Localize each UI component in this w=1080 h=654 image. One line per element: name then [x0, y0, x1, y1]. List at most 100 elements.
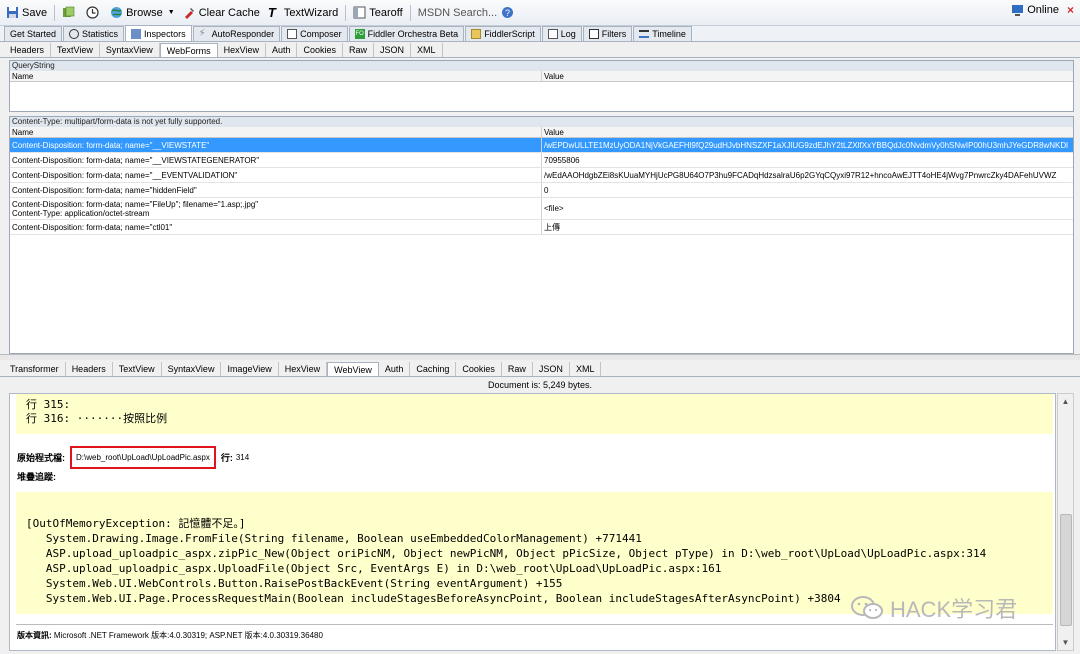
tab-req-textview[interactable]: TextView: [51, 43, 100, 57]
request-inspector-tabs: Headers TextView SyntaxView WebForms Hex…: [0, 42, 1080, 58]
tab-autoresponder[interactable]: ⚡ AutoResponder: [192, 26, 281, 41]
tab-label: Filters: [601, 29, 627, 39]
table-row[interactable]: Content-Disposition: form-data; name="__…: [10, 153, 1073, 168]
tab-label: Composer: [300, 29, 342, 39]
tab-req-raw[interactable]: Raw: [343, 43, 374, 57]
tab-req-xml[interactable]: XML: [411, 43, 443, 57]
statistics-icon: [69, 29, 80, 39]
tab-statistics[interactable]: Statistics: [63, 26, 125, 41]
replay-icon: [63, 6, 75, 17]
querystring-section: QueryString Name Value: [9, 60, 1074, 112]
tab-req-json[interactable]: JSON: [374, 43, 412, 57]
tab-resp-caching[interactable]: Caching: [410, 362, 457, 376]
tab-label: FiddlerScript: [484, 29, 535, 39]
column-name-header[interactable]: Name: [10, 127, 542, 137]
version-text: Microsoft .NET Framework 版本:4.0.30319; A…: [53, 631, 323, 640]
tab-resp-cookies[interactable]: Cookies: [456, 362, 502, 376]
webview-scrollbar[interactable]: ▲ ▼: [1057, 393, 1074, 651]
body-header: Name Value: [10, 127, 1073, 138]
tab-resp-xml[interactable]: XML: [570, 362, 602, 376]
tab-req-cookies[interactable]: Cookies: [297, 43, 343, 57]
tab-composer[interactable]: Composer: [281, 26, 348, 41]
tab-log[interactable]: Log: [541, 26, 582, 41]
tab-resp-json[interactable]: JSON: [533, 362, 570, 376]
textwizard-button[interactable]: T TextWizard: [264, 3, 342, 23]
tab-resp-hexview[interactable]: HexView: [279, 362, 328, 376]
tab-req-webforms[interactable]: WebForms: [159, 43, 218, 57]
svg-text:?: ?: [505, 8, 510, 18]
tab-resp-raw[interactable]: Raw: [502, 362, 533, 376]
line-number: 314: [235, 453, 250, 462]
help-icon[interactable]: ?: [501, 6, 514, 19]
scroll-down-icon[interactable]: ▼: [1058, 635, 1073, 650]
tab-resp-headers[interactable]: Headers: [66, 362, 113, 376]
save-button[interactable]: Save: [2, 3, 51, 23]
log-icon: [547, 29, 558, 39]
table-row[interactable]: Content-Disposition: form-data; name="Fi…: [10, 198, 1073, 220]
tab-req-auth[interactable]: Auth: [266, 43, 298, 57]
body-title: Content-Type: multipart/form-data is not…: [10, 117, 1073, 127]
clear-cache-icon: [184, 8, 194, 19]
column-name-header[interactable]: Name: [10, 71, 542, 81]
tab-req-hexview[interactable]: HexView: [218, 43, 266, 57]
tab-resp-webview[interactable]: WebView: [327, 362, 379, 376]
tab-req-syntaxview[interactable]: SyntaxView: [100, 43, 160, 57]
table-row[interactable]: Content-Disposition: form-data; name="__…: [10, 168, 1073, 183]
online-indicator[interactable]: Online ×: [1011, 3, 1074, 17]
clear-cache-button[interactable]: Clear Cache: [179, 3, 264, 23]
scrollbar-thumb[interactable]: [1060, 514, 1072, 626]
row-value: <file>: [544, 204, 564, 213]
tab-fiddler-orchestra[interactable]: FO Fiddler Orchestra Beta: [348, 26, 465, 41]
browse-button[interactable]: Browse ▼: [106, 3, 179, 23]
document-size-info: Document is: 5,249 bytes.: [0, 378, 1080, 392]
row-value: /wEdAAOHdgbZEi8sKUuaMYHjUcPG8U64O7P3hu9F…: [544, 171, 1057, 180]
chevron-down-icon[interactable]: ▼: [168, 9, 175, 16]
save-label: Save: [22, 6, 48, 19]
browse-label: Browse: [126, 6, 163, 19]
composer-icon: [287, 29, 298, 39]
row-name: Content-Disposition: form-data; name="__…: [10, 138, 542, 152]
querystring-header: Name Value: [10, 71, 1073, 82]
row-value: 70955806: [544, 156, 580, 165]
row-name: Content-Disposition: form-data; name="Fi…: [10, 198, 542, 219]
tearoff-button[interactable]: Tearoff: [349, 3, 406, 23]
source-file-line: 原始程式檔: D:\web_root\UpLoad\UpLoadPic.aspx…: [17, 446, 249, 469]
tab-timeline[interactable]: Timeline: [633, 26, 692, 41]
querystring-title: QueryString: [10, 61, 1073, 71]
tab-fiddlerscript[interactable]: FiddlerScript: [465, 26, 541, 41]
wechat-icon: [851, 596, 883, 619]
response-inspector-tabs: Transformer Headers TextView SyntaxView …: [0, 360, 1080, 377]
source-file-path: D:\web_root\UpLoad\UpLoadPic.aspx: [70, 446, 216, 469]
table-row[interactable]: Content-Disposition: form-data; name="hi…: [10, 183, 1073, 198]
tab-resp-textview[interactable]: TextView: [113, 362, 162, 376]
tab-resp-transformer[interactable]: Transformer: [4, 362, 66, 376]
tab-req-headers[interactable]: Headers: [4, 43, 52, 57]
online-label: Online: [1027, 4, 1059, 16]
stream-button[interactable]: [82, 3, 106, 23]
column-value-header[interactable]: Value: [542, 71, 1073, 81]
row-value: /wEPDwULLTE1MzUyODA1NjVkGAEFHl9fQ29udHJv…: [544, 141, 1068, 150]
tab-label: AutoResponder: [211, 29, 275, 39]
tab-label: Inspectors: [144, 28, 186, 39]
table-row[interactable]: Content-Disposition: form-data; name="__…: [10, 138, 1073, 153]
replay-button[interactable]: [58, 3, 82, 23]
tab-resp-auth[interactable]: Auth: [379, 362, 411, 376]
tab-inspectors[interactable]: Inspectors: [125, 25, 192, 41]
body-section: Content-Type: multipart/form-data is not…: [9, 116, 1074, 354]
source-line-315: 行 315:: [26, 398, 71, 411]
inspectors-icon: [131, 28, 142, 39]
tab-resp-syntaxview[interactable]: SyntaxView: [162, 362, 222, 376]
scroll-up-icon[interactable]: ▲: [1058, 394, 1073, 409]
source-line-316: 行 316: ·······按照比例: [26, 412, 168, 425]
column-value-header[interactable]: Value: [542, 127, 1073, 137]
tab-resp-imageview[interactable]: ImageView: [221, 362, 279, 376]
tearoff-label: Tearoff: [369, 6, 403, 19]
table-row[interactable]: Content-Disposition: form-data; name="ct…: [10, 220, 1073, 235]
msdn-search-input[interactable]: MSDN Search...: [414, 7, 501, 19]
row-name: Content-Disposition: form-data; name="__…: [10, 168, 542, 182]
tab-get-started[interactable]: Get Started: [4, 26, 63, 41]
tab-filters[interactable]: Filters: [582, 26, 633, 41]
row-value: 0: [544, 186, 549, 195]
close-icon[interactable]: ×: [1067, 3, 1074, 17]
checkbox-icon[interactable]: [588, 29, 599, 39]
